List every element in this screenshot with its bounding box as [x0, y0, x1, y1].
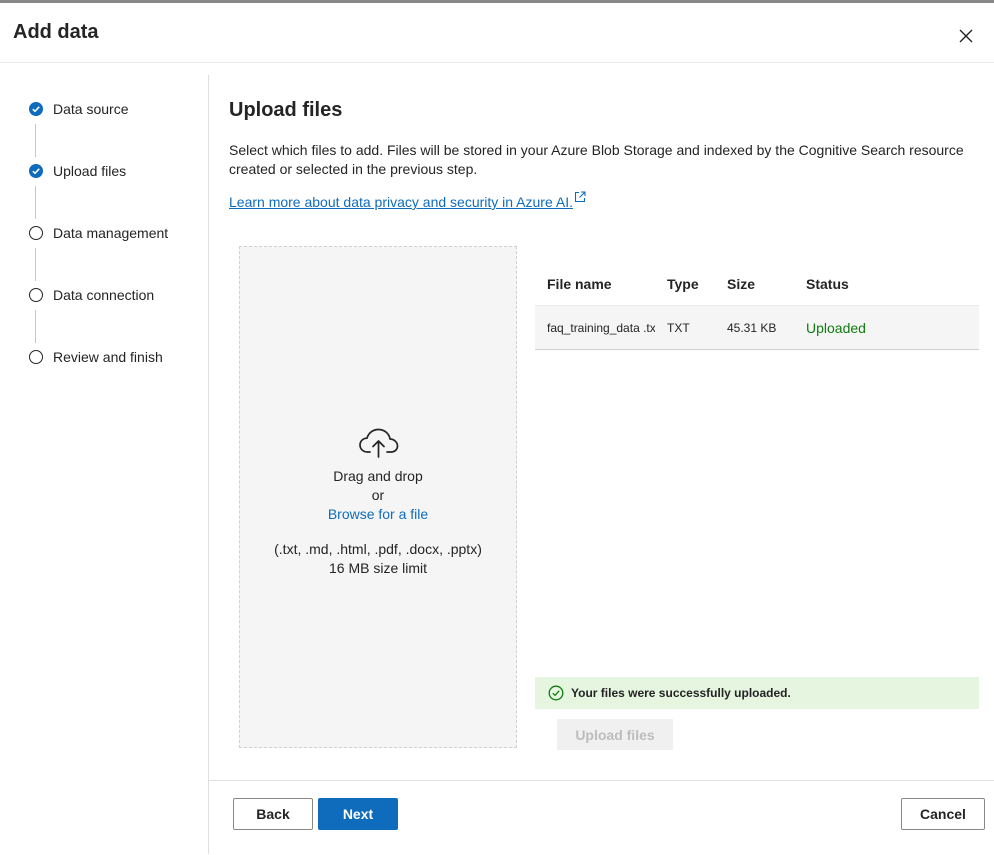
step-connector	[35, 310, 36, 343]
supported-formats: (.txt, .md, .html, .pdf, .docx, .pptx)	[274, 541, 482, 557]
back-button[interactable]: Back	[233, 798, 313, 830]
file-size-cell: 45.31 KB	[727, 321, 777, 335]
column-header-file-name: File name	[547, 276, 612, 292]
page-description: Select which files to add. Files will be…	[229, 142, 964, 177]
browse-file-link[interactable]: Browse for a file	[328, 506, 428, 522]
file-dropzone[interactable]: Drag and drop or Browse for a file (.txt…	[239, 246, 517, 748]
dialog-title: Add data	[13, 21, 99, 43]
step-label: Data connection	[53, 287, 155, 303]
learn-more-link[interactable]: Learn more about data privacy and securi…	[229, 194, 573, 210]
empty-circle-icon	[29, 350, 43, 364]
success-message-bar: Your files were successfully uploaded.	[535, 677, 979, 709]
step-label: Review and finish	[53, 349, 163, 365]
empty-circle-icon	[29, 226, 43, 240]
file-name-cell: faq_training_data .txt	[547, 321, 655, 335]
checkmark-circle-icon	[29, 164, 43, 178]
next-button[interactable]: Next	[318, 798, 398, 830]
dialog-header: Add data	[0, 3, 994, 63]
step-connector	[35, 248, 36, 281]
wizard-steps: Data source Upload files Data management…	[0, 75, 209, 854]
step-label: Data source	[53, 101, 129, 117]
close-icon	[959, 29, 973, 43]
checkmark-circle-icon	[548, 685, 564, 701]
column-header-status: Status	[806, 276, 849, 292]
table-row[interactable]: faq_training_data .txt TXT 45.31 KB Uplo…	[535, 305, 979, 350]
close-button[interactable]	[953, 23, 979, 49]
external-link-icon	[574, 191, 586, 203]
dialog-footer: Back Next Cancel	[209, 780, 994, 855]
cloud-upload-icon	[359, 428, 399, 458]
step-label: Data management	[53, 225, 169, 241]
or-text: or	[371, 487, 385, 503]
empty-circle-icon	[29, 288, 43, 302]
file-status-cell: Uploaded	[806, 320, 866, 336]
page-title: Upload files	[229, 99, 343, 121]
upload-files-button[interactable]: Upload files	[557, 719, 673, 750]
size-limit: 16 MB size limit	[328, 560, 428, 576]
step-connector	[35, 186, 36, 219]
step-label: Upload files	[53, 163, 127, 179]
step-connector	[35, 124, 36, 157]
column-header-size: Size	[727, 276, 756, 292]
file-type-cell: TXT	[667, 321, 690, 335]
success-message: Your files were successfully uploaded.	[571, 686, 791, 700]
column-header-type: Type	[667, 276, 699, 292]
checkmark-circle-icon	[29, 102, 43, 116]
drag-drop-text: Drag and drop	[333, 468, 423, 484]
cancel-button[interactable]: Cancel	[901, 798, 985, 830]
